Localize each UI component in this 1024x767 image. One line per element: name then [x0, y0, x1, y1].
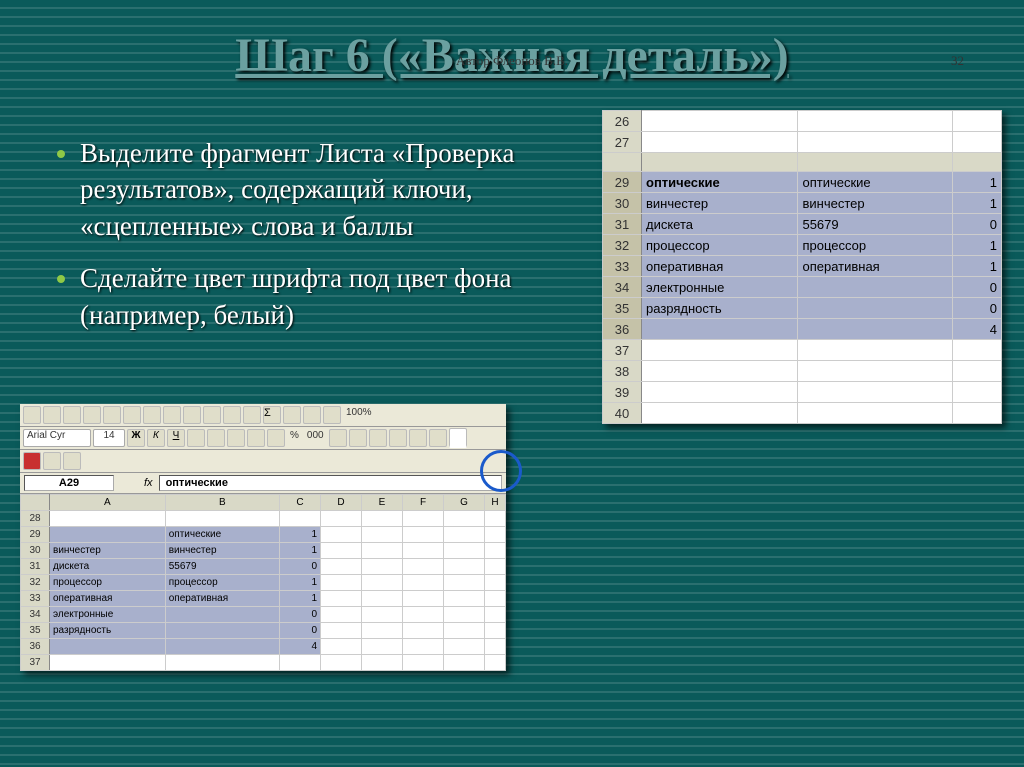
dec-icon[interactable] [329, 429, 347, 447]
fx-icon[interactable]: fx [138, 477, 159, 489]
footer-author: Автор Флеонов В.В. [0, 53, 1024, 69]
font-size[interactable]: 14 [93, 429, 125, 447]
sort-icon[interactable] [283, 406, 301, 424]
spell-icon[interactable] [123, 406, 141, 424]
bullet-item: Выделите фрагмент Листа «Проверка резуль… [80, 135, 560, 244]
annotation-circle [480, 450, 522, 492]
open-icon[interactable] [43, 406, 61, 424]
indent-dec-icon[interactable] [369, 429, 387, 447]
pdf-icon[interactable] [23, 452, 41, 470]
slide: Шаг 6 («Важная деталь») Выделите фрагмен… [0, 0, 1024, 767]
bold-icon[interactable]: Ж [127, 429, 145, 447]
indent-inc-icon[interactable] [389, 429, 407, 447]
copy-icon[interactable] [163, 406, 181, 424]
font-color-icon[interactable] [449, 428, 467, 448]
bullet-item: Сделайте цвет шрифта под цвет фона (напр… [80, 260, 560, 333]
footer-page-number: 32 [951, 53, 964, 69]
preview-icon[interactable] [103, 406, 121, 424]
align-center-icon[interactable] [207, 429, 225, 447]
new-icon[interactable] [23, 406, 41, 424]
save-icon[interactable] [63, 406, 81, 424]
row-header: 27 [603, 132, 642, 153]
align-left-icon[interactable] [187, 429, 205, 447]
formula-bar-row: A29 fx оптические [20, 473, 506, 494]
inc-icon[interactable] [349, 429, 367, 447]
link-icon[interactable] [243, 406, 261, 424]
underline-icon[interactable]: Ч [167, 429, 185, 447]
merge-icon[interactable] [247, 429, 265, 447]
cell: 1 [953, 172, 1002, 193]
zoom-icon[interactable] [323, 406, 341, 424]
zoom-value[interactable]: 100% [343, 407, 375, 423]
right-spreadsheet-fragment: 26 27 29оптическиеоптические1 30винчесте… [602, 110, 1002, 424]
font-name[interactable]: Arial Cyr [23, 429, 91, 447]
chart-icon[interactable] [303, 406, 321, 424]
cell: оптические [798, 172, 953, 193]
row-header: 26 [603, 111, 642, 132]
sum-icon[interactable]: Σ [263, 406, 281, 424]
italic-icon[interactable]: К [147, 429, 165, 447]
excel-toolbar-3 [20, 450, 506, 473]
redo-icon[interactable] [223, 406, 241, 424]
slide-title: Шаг 6 («Важная деталь») [0, 0, 1024, 83]
right-table: 26 27 29оптическиеоптические1 30винчесте… [602, 110, 1002, 424]
cell: оптические [642, 172, 798, 193]
excel-toolbar-2: Arial Cyr 14 Ж К Ч %000 [20, 427, 506, 450]
mail-icon[interactable] [43, 452, 61, 470]
bullet-list: Выделите фрагмент Листа «Проверка резуль… [40, 135, 560, 349]
undo-icon[interactable] [203, 406, 221, 424]
fill-color-icon[interactable] [429, 429, 447, 447]
tool-icon[interactable] [63, 452, 81, 470]
excel-grid: A B C D E F G H 28 29оптические1 30винче… [20, 494, 506, 671]
paste-icon[interactable] [183, 406, 201, 424]
currency-icon[interactable] [267, 429, 285, 447]
formula-bar[interactable]: оптические [159, 475, 502, 491]
excel-screenshot: Σ 100% Arial Cyr 14 Ж К Ч %000 A29 fx опт… [20, 404, 506, 671]
print-icon[interactable] [83, 406, 101, 424]
name-box[interactable]: A29 [24, 475, 114, 491]
excel-toolbar-1: Σ 100% [20, 404, 506, 427]
borders-icon[interactable] [409, 429, 427, 447]
cut-icon[interactable] [143, 406, 161, 424]
align-right-icon[interactable] [227, 429, 245, 447]
